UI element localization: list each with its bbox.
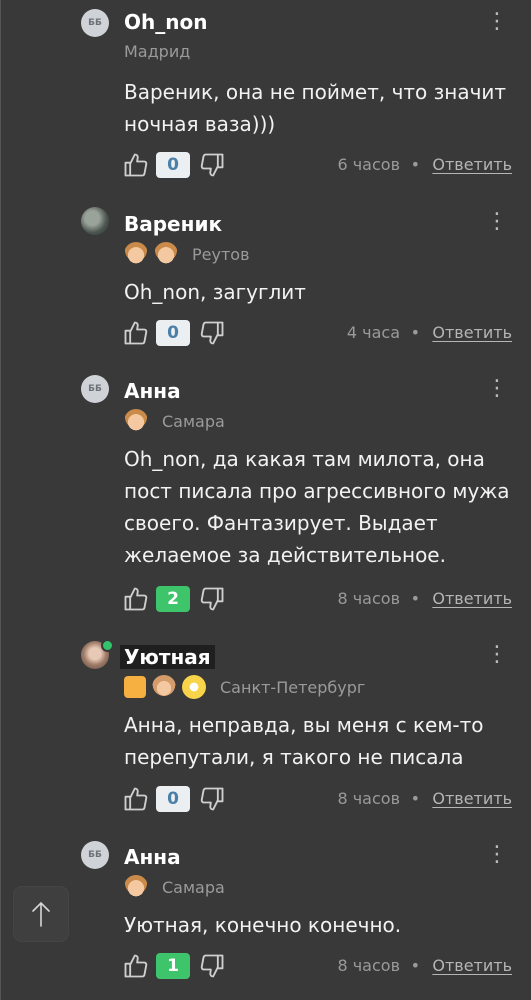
comment-text: Вареник, она не поймет, что значит ночна… <box>124 80 507 136</box>
reply-link[interactable]: Ответить <box>432 155 512 174</box>
comment-meta: Санкт-Петербург <box>124 675 365 699</box>
comment-meta: Самара <box>124 409 225 433</box>
thumbs-down-icon[interactable] <box>198 585 226 613</box>
comment-city: Самара <box>162 877 225 897</box>
separator-dot: • <box>410 323 420 342</box>
comment-actions: 1 8 часов • Ответить <box>122 950 512 982</box>
thumbs-up-icon[interactable] <box>122 785 150 813</box>
avatar[interactable]: ББ <box>81 841 109 869</box>
reply-link[interactable]: Ответить <box>432 323 512 342</box>
boy-face-icon <box>124 409 148 433</box>
comment-actions: 2 8 часов • Ответить <box>122 583 512 615</box>
comment-time: 8 часов <box>337 956 400 975</box>
thread-line <box>0 0 1 1000</box>
avatar[interactable] <box>81 207 109 235</box>
comment-text: Oh_non, да какая там милота, она пост пи… <box>124 447 510 567</box>
reply-link[interactable]: Ответить <box>432 789 512 808</box>
boy-face-icon <box>124 875 148 899</box>
thumbs-down-icon[interactable] <box>198 151 226 179</box>
comment-meta: Мадрид <box>124 42 190 61</box>
comment-city: Санкт-Петербург <box>220 677 366 697</box>
rating-count: 1 <box>156 953 190 979</box>
comment-text: Анна, неправда, вы меня с кем-то перепут… <box>124 713 484 769</box>
kebab-menu-icon[interactable]: ⋮ <box>485 375 509 403</box>
comment-actions: 0 4 часа • Ответить <box>122 317 512 349</box>
comment-author[interactable]: Анна <box>124 379 181 403</box>
scroll-to-top-button[interactable] <box>14 887 68 941</box>
comment-author[interactable]: Анна <box>124 845 181 869</box>
avatar[interactable]: ББ <box>81 9 109 37</box>
kebab-menu-icon[interactable]: ⋮ <box>485 841 509 869</box>
rating-count: 0 <box>156 786 190 812</box>
comment-actions: 0 8 часов • Ответить <box>122 783 512 815</box>
comment-time: 6 часов <box>337 155 400 174</box>
rating-count: 0 <box>156 152 190 178</box>
rating-count: 2 <box>156 586 190 612</box>
thumbs-down-icon[interactable] <box>198 952 226 980</box>
comment-text: Oh_non, загуглит <box>124 280 306 304</box>
rating-count: 0 <box>156 320 190 346</box>
separator-dot: • <box>410 956 420 975</box>
boy-face-icon <box>124 242 148 266</box>
comment-city: Мадрид <box>124 42 191 61</box>
online-indicator <box>101 639 114 652</box>
thumbs-up-icon[interactable] <box>122 585 150 613</box>
comment-actions: 0 6 часов • Ответить <box>122 149 512 181</box>
arrow-up-icon <box>32 901 50 927</box>
comment-meta: Реутов <box>124 242 250 266</box>
orange-square-icon <box>124 676 146 698</box>
comment-author[interactable]: Oh_non <box>124 10 207 34</box>
comment-time: 8 часов <box>337 789 400 808</box>
comment-time: 4 часа <box>346 323 400 342</box>
kebab-menu-icon[interactable]: ⋮ <box>485 641 509 669</box>
separator-dot: • <box>410 155 420 174</box>
avatar[interactable]: ББ <box>81 375 109 403</box>
thumbs-up-icon[interactable] <box>122 151 150 179</box>
separator-dot: • <box>410 789 420 808</box>
comment-time: 8 часов <box>337 589 400 608</box>
thumbs-up-icon[interactable] <box>122 319 150 347</box>
thumbs-up-icon[interactable] <box>122 952 150 980</box>
kebab-menu-icon[interactable]: ⋮ <box>485 208 509 236</box>
comment-city: Реутов <box>192 244 250 264</box>
kebab-menu-icon[interactable]: ⋮ <box>485 8 509 36</box>
girl-face-icon <box>152 675 176 699</box>
comment-meta: Самара <box>124 875 225 899</box>
comment-text: Уютная, конечно конечно. <box>124 913 402 937</box>
reply-link[interactable]: Ответить <box>432 956 512 975</box>
reply-link[interactable]: Ответить <box>432 589 512 608</box>
sun-icon <box>182 675 206 699</box>
separator-dot: • <box>410 589 420 608</box>
thumbs-down-icon[interactable] <box>198 319 226 347</box>
thumbs-down-icon[interactable] <box>198 785 226 813</box>
comment-city: Самара <box>162 411 225 431</box>
comment-author[interactable]: Уютная <box>120 645 215 669</box>
comment-author[interactable]: Вареник <box>124 212 222 236</box>
boy-face-icon <box>154 242 178 266</box>
